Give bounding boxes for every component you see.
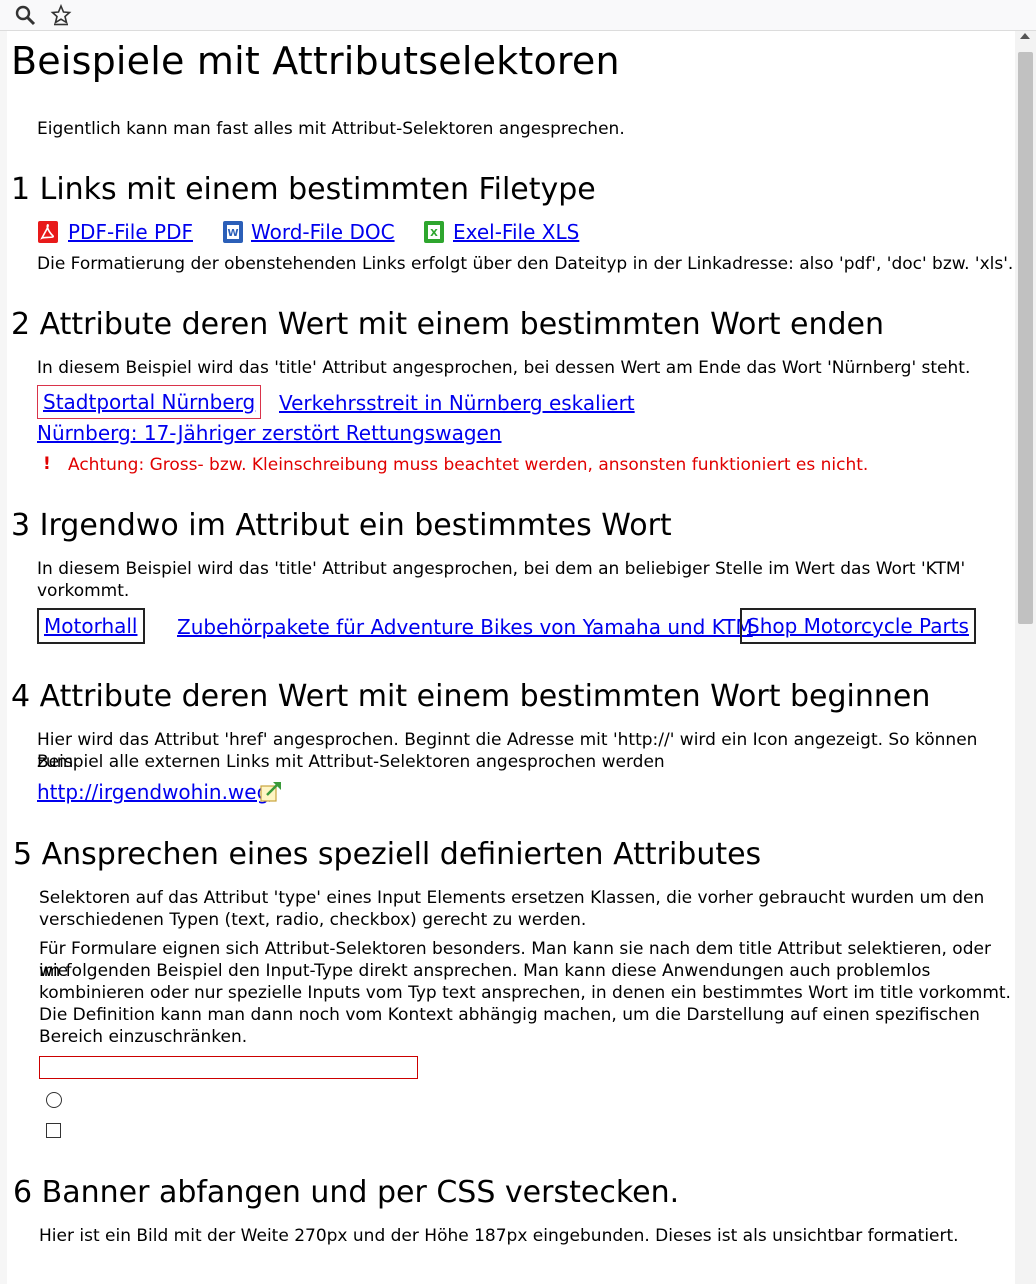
section-3-text-line2: vorkommt. [37, 581, 130, 601]
shop-motorcycle-parts-link[interactable]: Shop Motorcycle Parts [740, 608, 976, 644]
warning-icon: ! [43, 454, 51, 474]
word-file-icon: W [222, 220, 244, 244]
word-file-link[interactable]: Word-File DOC [251, 220, 395, 244]
section-5-p1-line2: verschiedenen Typen (text, radio, checkb… [39, 910, 587, 930]
bookmark-star-icon[interactable] [50, 3, 72, 26]
motorhall-link[interactable]: Motorhall [37, 608, 145, 644]
page-content: Beispiele mit Attributselektoren Eigentl… [7, 31, 1015, 1284]
section-4-text-line2: Beispiel alle externen Links mit Attribu… [37, 752, 665, 772]
svg-text:W: W [227, 228, 238, 239]
search-icon[interactable] [14, 4, 36, 26]
text-input-field[interactable] [39, 1056, 418, 1079]
scrollbar-thumb[interactable] [1018, 52, 1033, 624]
section-2-text: In diesem Beispiel wird das 'title' Attr… [37, 358, 971, 378]
section-5-p2-line4: Die Definition kann man dann noch vom Ko… [39, 1005, 980, 1025]
page-title: Beispiele mit Attributselektoren [11, 39, 620, 83]
section-5-p2-line2: im folgenden Beispiel den Input-Type dir… [39, 961, 931, 981]
section-5-p2-line5: Bereich einzuschränken. [39, 1027, 248, 1047]
section-5-heading: 5 Ansprechen eines speziell definierten … [13, 837, 762, 872]
section-3-heading: 3 Irgendwo im Attribut ein bestimmtes Wo… [11, 508, 672, 543]
warning-text: Achtung: Gross- bzw. Kleinschreibung mus… [68, 455, 869, 475]
radio-button[interactable] [46, 1092, 62, 1108]
section-1-text: Die Formatierung der obenstehenden Links… [37, 254, 1014, 274]
vertical-scrollbar[interactable] [1015, 31, 1036, 1284]
browser-toolbar [0, 0, 1036, 31]
section-2-heading: 2 Attribute deren Wert mit einem bestimm… [11, 307, 885, 342]
section-6-heading: 6 Banner abfangen und per CSS verstecken… [13, 1175, 680, 1210]
stadtportal-link[interactable]: Stadtportal Nürnberg [37, 385, 262, 419]
zubehoerpakete-link[interactable]: Zubehörpakete für Adventure Bikes von Ya… [177, 615, 753, 639]
pdf-file-icon [37, 220, 59, 244]
excel-file-link[interactable]: Exel-File XLS [453, 220, 579, 244]
scroll-up-arrow-icon[interactable] [1020, 33, 1030, 39]
external-link-icon [259, 780, 281, 804]
svg-text:X: X [430, 228, 438, 239]
section-1-heading: 1 Links mit einem bestimmten Filetype [11, 172, 596, 207]
section-4-heading: 4 Attribute deren Wert mit einem bestimm… [11, 679, 931, 714]
verkehrsstreit-link[interactable]: Verkehrsstreit in Nürnberg eskaliert [279, 391, 635, 415]
external-link[interactable]: http://irgendwohin.weg [37, 780, 269, 804]
excel-file-icon: X [423, 220, 445, 244]
checkbox[interactable] [46, 1123, 61, 1138]
section-5-p1-line1: Selektoren auf das Attribut 'type' eines… [39, 888, 985, 908]
section-3-text-line1: In diesem Beispiel wird das 'title' Attr… [37, 559, 966, 579]
section-6-text: Hier ist ein Bild mit der Weite 270px un… [39, 1226, 959, 1246]
intro-text: Eigentlich kann man fast alles mit Attri… [37, 119, 625, 139]
rettungswagen-link[interactable]: Nürnberg: 17-Jähriger zerstört Rettungsw… [37, 421, 502, 445]
pdf-file-link[interactable]: PDF-File PDF [68, 220, 193, 244]
section-5-p2-line3: kombinieren oder nur spezielle Inputs vo… [39, 983, 1011, 1003]
